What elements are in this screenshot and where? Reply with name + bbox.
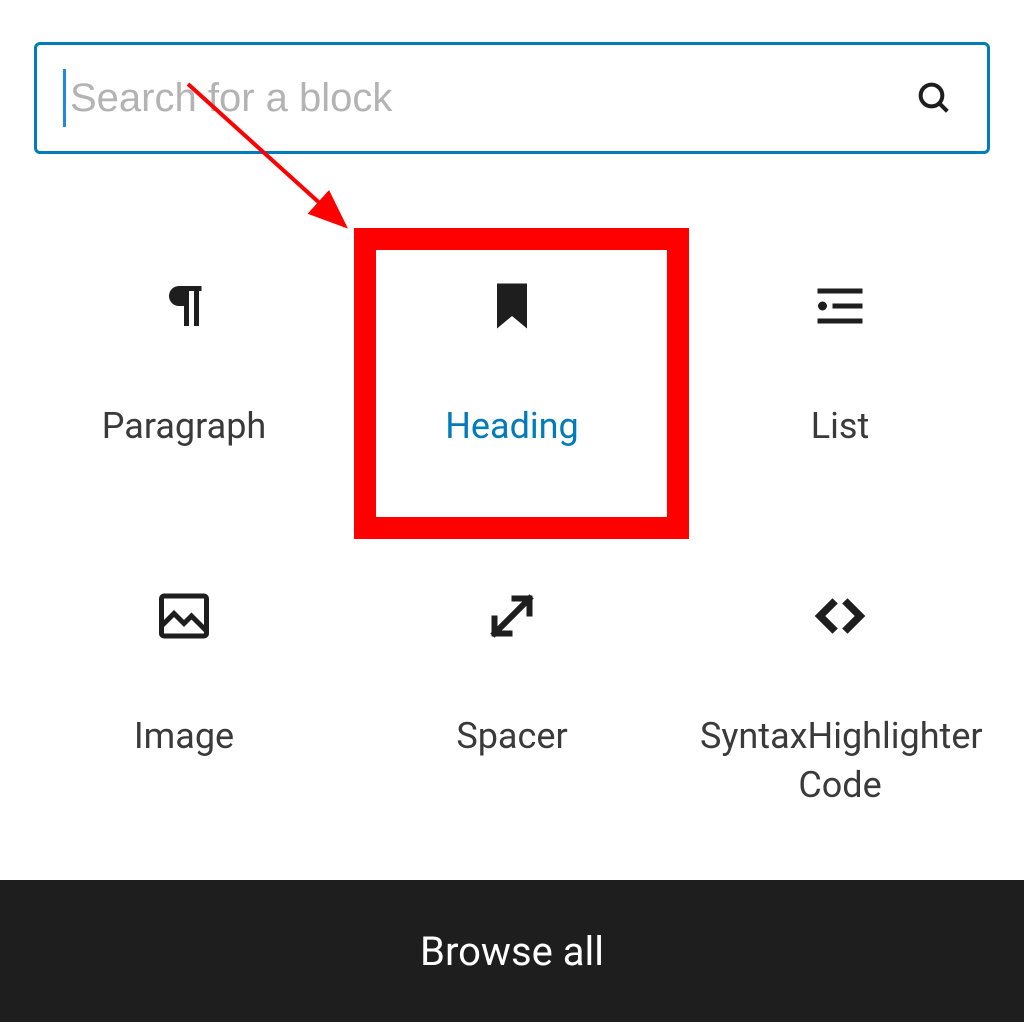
block-item-paragraph[interactable]: Paragraph [20, 214, 348, 494]
block-label: SyntaxHighlighter Code [700, 712, 980, 809]
bookmark-icon [480, 274, 544, 338]
search-box[interactable] [34, 42, 990, 154]
resize-icon [480, 584, 544, 648]
block-inserter-panel: Paragraph Heading List [0, 0, 1024, 1022]
text-cursor [63, 69, 66, 127]
block-item-spacer[interactable]: Spacer [348, 524, 676, 809]
block-label: List [811, 402, 870, 451]
block-item-syntax-highlighter[interactable]: SyntaxHighlighter Code [676, 524, 1004, 809]
search-input[interactable] [70, 76, 911, 121]
search-icon[interactable] [911, 75, 957, 121]
pilcrow-icon [152, 274, 216, 338]
block-item-image[interactable]: Image [20, 524, 348, 809]
block-label: Paragraph [102, 402, 267, 451]
browse-all-button[interactable]: Browse all [0, 880, 1024, 1022]
block-item-heading[interactable]: Heading [348, 214, 676, 494]
block-item-list[interactable]: List [676, 214, 1004, 494]
code-icon [808, 584, 872, 648]
block-label: Heading [445, 402, 579, 451]
block-grid: Paragraph Heading List [0, 154, 1024, 880]
block-label: Spacer [456, 712, 567, 761]
block-label: Image [134, 712, 234, 761]
list-icon [808, 274, 872, 338]
browse-all-label: Browse all [420, 928, 604, 975]
search-row [34, 42, 990, 154]
image-icon [152, 584, 216, 648]
